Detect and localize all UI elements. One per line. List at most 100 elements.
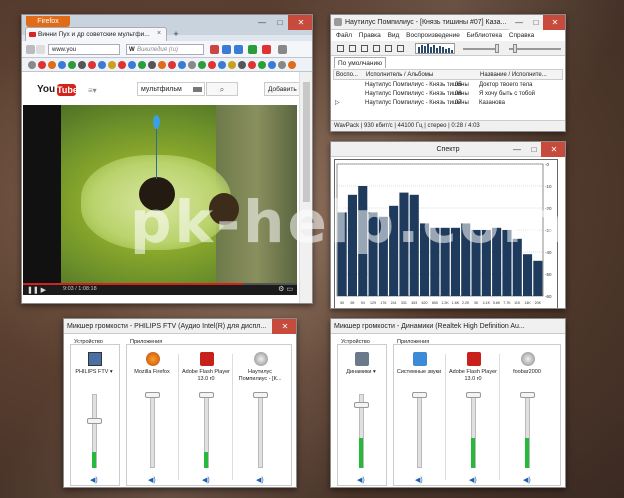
- pause-icon[interactable]: [349, 45, 356, 52]
- bookmark-icon[interactable]: [268, 61, 276, 69]
- search-input[interactable]: W Википедия (ru): [126, 44, 204, 55]
- video-progress-bar[interactable]: [23, 283, 297, 285]
- adblock-icon[interactable]: [262, 45, 271, 54]
- speaker-icon[interactable]: ◀): [523, 476, 531, 484]
- url-input[interactable]: www.you: [48, 44, 120, 55]
- speaker-icon[interactable]: ◀): [415, 476, 423, 484]
- bookmark-icon[interactable]: [48, 61, 56, 69]
- tab-default-playlist[interactable]: По умолчанию: [334, 57, 386, 68]
- volume-slider-thumb[interactable]: [145, 392, 160, 398]
- new-tab-button[interactable]: +: [170, 29, 182, 40]
- bookmark-icon[interactable]: [108, 61, 116, 69]
- menu-icon[interactable]: [278, 45, 287, 54]
- channel-name[interactable]: Динамики ▾: [337, 369, 385, 376]
- youtube-search-input[interactable]: мультфильм: [137, 82, 205, 96]
- speaker-icon[interactable]: ◀): [148, 476, 156, 484]
- bookmark-icon[interactable]: [218, 61, 226, 69]
- extension-icon[interactable]: [248, 45, 257, 54]
- menu-view[interactable]: Вид: [388, 32, 400, 39]
- speaker-icon[interactable]: ◀): [256, 476, 264, 484]
- volume-track[interactable]: [258, 394, 263, 468]
- bookmark-icon[interactable]: [88, 61, 96, 69]
- menu-library[interactable]: Библиотека: [467, 32, 502, 39]
- column-artist-album[interactable]: Исполнитель / Альбомы: [366, 70, 433, 79]
- bookmark-icon[interactable]: [248, 61, 256, 69]
- close-icon[interactable]: ✕: [543, 15, 565, 30]
- youtube-logo[interactable]: You Tube: [37, 83, 78, 97]
- bookmark-icon[interactable]: [138, 61, 146, 69]
- column-title[interactable]: Название / Исполните...: [480, 70, 547, 79]
- volume-track[interactable]: [150, 394, 155, 468]
- guide-menu-icon[interactable]: ≡▾: [88, 86, 97, 95]
- volume-slider-thumb[interactable]: [495, 44, 499, 53]
- maximize-icon[interactable]: □: [270, 15, 290, 30]
- bookmark-icon[interactable]: [278, 61, 286, 69]
- stop-icon[interactable]: [337, 45, 344, 52]
- bookmark-icon[interactable]: [28, 61, 36, 69]
- close-icon[interactable]: ✕: [288, 15, 312, 30]
- bookmark-icon[interactable]: [238, 61, 246, 69]
- column-playing[interactable]: Воспо...: [336, 70, 358, 79]
- minimize-icon[interactable]: —: [252, 15, 272, 30]
- next-icon[interactable]: [385, 45, 392, 52]
- menu-edit[interactable]: Правка: [359, 32, 381, 39]
- bookmark-icon[interactable]: [168, 61, 176, 69]
- previous-icon[interactable]: [373, 45, 380, 52]
- tab-close-icon[interactable]: ×: [157, 30, 161, 37]
- speaker-icon[interactable]: ◀): [469, 476, 477, 484]
- playlist-row[interactable]: Наутилус Помпилиус - Князь тишины 06 Я х…: [333, 90, 563, 99]
- bookmark-icon[interactable]: [118, 61, 126, 69]
- channel-name[interactable]: PHILIPS FTV ▾: [70, 369, 118, 376]
- bookmark-icon[interactable]: [228, 61, 236, 69]
- bookmark-icon[interactable]: [58, 61, 66, 69]
- menu-playback[interactable]: Воспроизведение: [406, 32, 460, 39]
- youtube-search-button[interactable]: ⌕: [206, 82, 238, 96]
- speaker-icon[interactable]: ◀): [90, 476, 98, 484]
- channel-name: Adobe Flash Player 13.0 r0: [182, 369, 230, 382]
- bookmark-icon[interactable]: [208, 61, 216, 69]
- bookmark-icon[interactable]: [178, 61, 186, 69]
- scrollbar-thumb[interactable]: [303, 82, 310, 202]
- bookmark-icon[interactable]: [188, 61, 196, 69]
- seek-slider-thumb[interactable]: [513, 44, 517, 53]
- volume-slider-thumb[interactable]: [520, 392, 535, 398]
- download-icon[interactable]: [222, 45, 231, 54]
- playlist-row[interactable]: Наутилус Помпилиус - Князь тишины 05 Док…: [333, 81, 563, 90]
- close-icon[interactable]: ✕: [272, 319, 296, 334]
- firefox-menu-button[interactable]: Firefox: [26, 16, 70, 27]
- speaker-icon[interactable]: ◀): [357, 476, 365, 484]
- browser-tab[interactable]: Винни Пух и др советские мультфи...: [25, 27, 167, 41]
- volume-track[interactable]: [417, 394, 422, 468]
- volume-slider-thumb[interactable]: [354, 402, 369, 408]
- addon-icon[interactable]: [210, 45, 219, 54]
- settings-gear-icon[interactable]: ⚙ ▭: [278, 285, 293, 293]
- bookmark-icon[interactable]: [288, 61, 296, 69]
- keyboard-icon[interactable]: [193, 87, 202, 92]
- volume-slider-thumb[interactable]: [253, 392, 268, 398]
- volume-slider-thumb[interactable]: [199, 392, 214, 398]
- volume-slider-thumb[interactable]: [87, 418, 102, 424]
- random-icon[interactable]: [397, 45, 404, 52]
- close-icon[interactable]: ✕: [541, 142, 565, 157]
- bookmark-icon[interactable]: [198, 61, 206, 69]
- bookmark-icon[interactable]: [98, 61, 106, 69]
- menu-file[interactable]: Файл: [336, 32, 352, 39]
- pause-icon[interactable]: ❚❚ ▶: [27, 286, 46, 294]
- bookmark-icon[interactable]: [148, 61, 156, 69]
- bookmark-icon[interactable]: [258, 61, 266, 69]
- menu-help[interactable]: Справка: [509, 32, 535, 39]
- home-icon[interactable]: [234, 45, 243, 54]
- bookmark-icon[interactable]: [128, 61, 136, 69]
- bookmark-icon[interactable]: [38, 61, 46, 69]
- forward-icon[interactable]: [36, 45, 45, 54]
- volume-slider-thumb[interactable]: [412, 392, 427, 398]
- speaker-icon[interactable]: ◀): [202, 476, 210, 484]
- bookmark-icon[interactable]: [78, 61, 86, 69]
- playlist-row[interactable]: ▷ Наутилус Помпилиус - Князь тишины 07 К…: [333, 99, 563, 108]
- bookmark-icon[interactable]: [158, 61, 166, 69]
- back-icon[interactable]: [26, 45, 35, 54]
- play-icon[interactable]: [361, 45, 368, 52]
- volume-slider-track[interactable]: [463, 48, 499, 50]
- volume-slider-thumb[interactable]: [466, 392, 481, 398]
- bookmark-icon[interactable]: [68, 61, 76, 69]
